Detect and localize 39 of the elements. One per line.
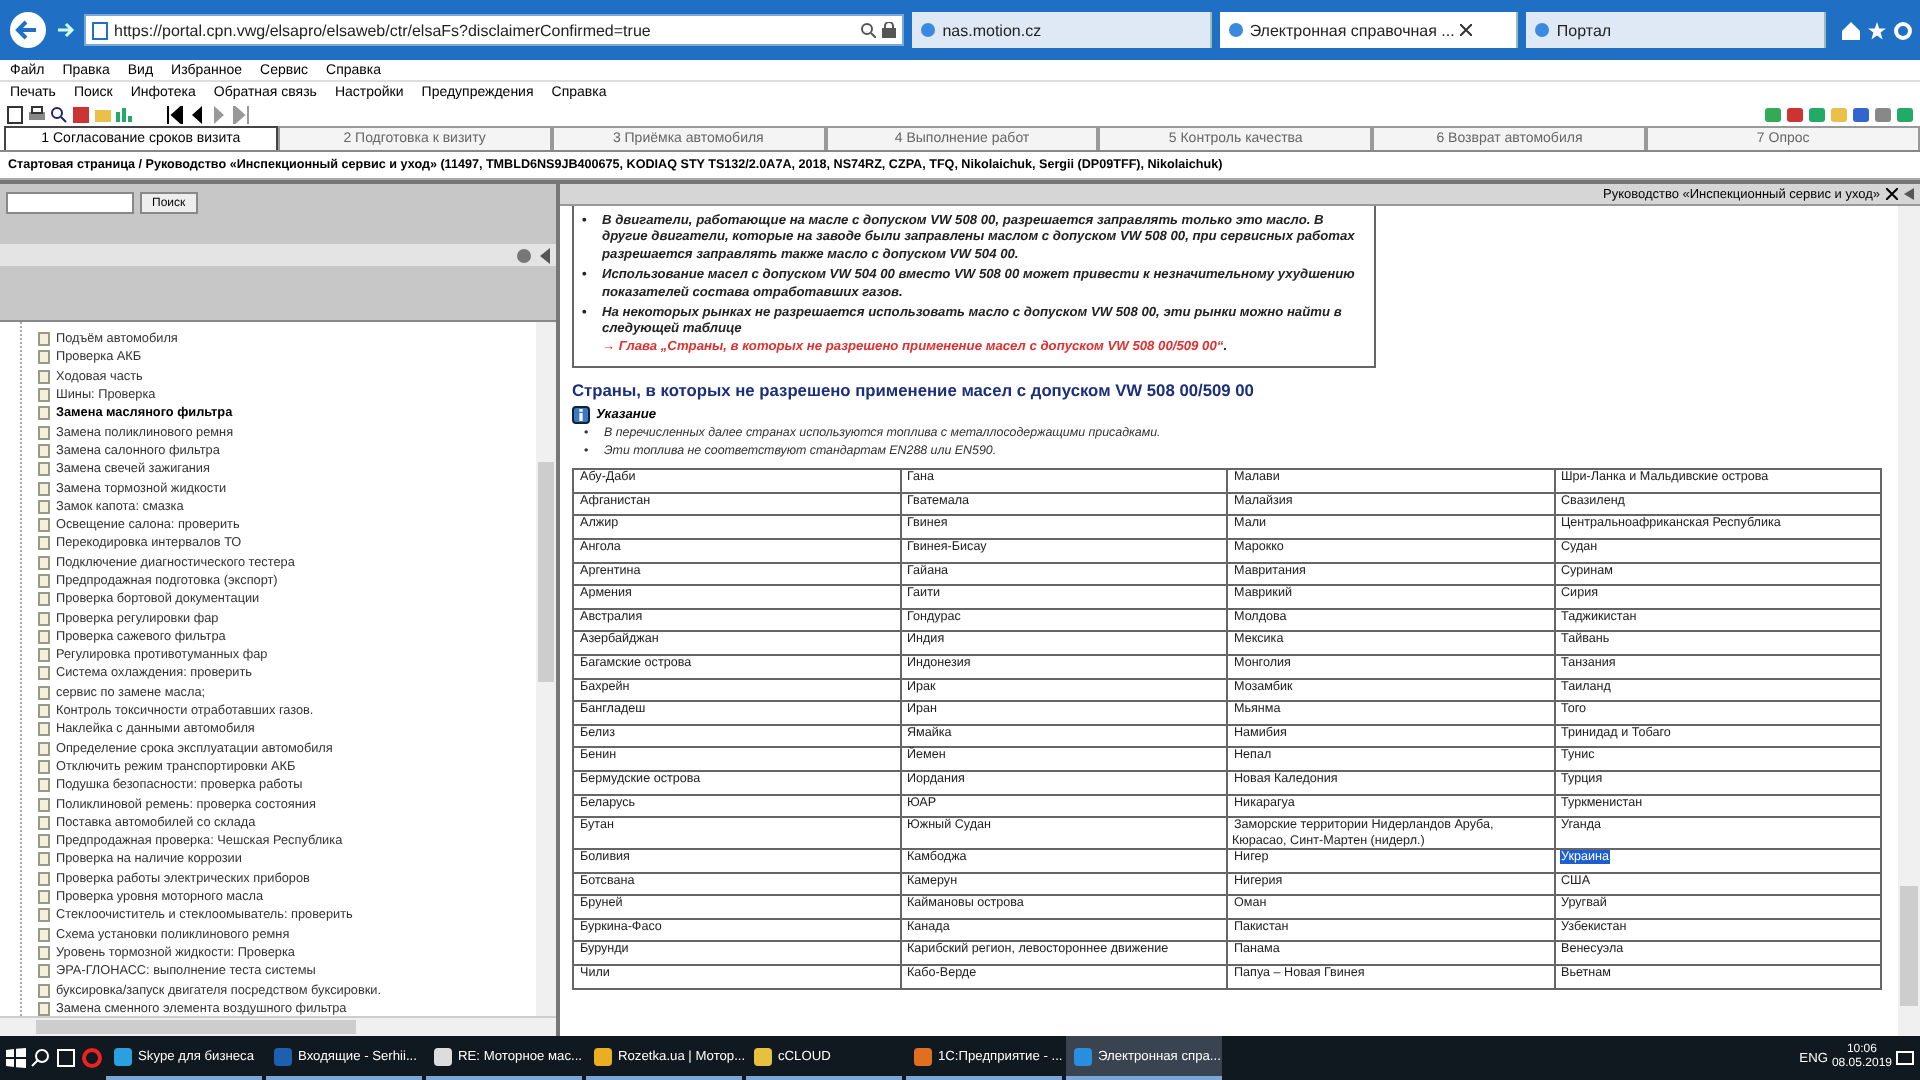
vertical-scrollbar[interactable] — [536, 322, 556, 1016]
search-icon[interactable] — [50, 105, 68, 123]
search-icon[interactable] — [30, 1048, 50, 1068]
page-icon[interactable] — [6, 105, 24, 123]
section-heading: Страны, в которых не разрешено применение масел с допуском VW 508 00/509 00 — [572, 380, 1256, 401]
close-icon[interactable] — [1460, 24, 1473, 36]
app-icon — [914, 1047, 932, 1065]
page-icon — [92, 21, 108, 39]
vertical-scrollbar[interactable] — [1898, 206, 1920, 1036]
task-view-icon[interactable] — [54, 1048, 78, 1068]
app-icon — [594, 1047, 612, 1065]
close-icon[interactable] — [1886, 188, 1898, 200]
lock-icon — [882, 22, 897, 38]
chart-icon[interactable] — [116, 105, 134, 123]
search-field[interactable] — [6, 192, 134, 214]
star-icon[interactable] — [1868, 21, 1886, 39]
search-icon — [860, 22, 877, 38]
app-icon — [274, 1047, 292, 1065]
printer-icon[interactable] — [28, 105, 46, 123]
address-field[interactable]: https://portal.cpn.vwg/elsapro/elsaweb/ctr/elsaFs?disclaimerConfirmed=true — [84, 14, 905, 46]
url-text: https://portal.cpn.vwg/elsapro/elsaweb/ctr/elsaFs?disclaimerConfirmed=true — [114, 21, 653, 39]
browser-tab[interactable]: nas.motion.cz — [912, 12, 1212, 48]
home-icon[interactable] — [1842, 21, 1860, 39]
browser-icon[interactable] — [82, 1048, 102, 1068]
browser-tab[interactable]: Портал — [1526, 12, 1826, 48]
collapse-icon[interactable] — [538, 247, 550, 263]
windows-logo-icon[interactable] — [6, 1048, 26, 1068]
info-icon — [572, 406, 590, 425]
app-icon — [434, 1047, 452, 1065]
browser-tab[interactable]: Электронная справочная ... — [1219, 12, 1519, 48]
collapse-icon[interactable] — [1904, 188, 1914, 200]
app-icon — [114, 1047, 132, 1065]
forward-arrow-icon[interactable] — [56, 20, 76, 40]
previous-arrow-icon[interactable] — [166, 105, 184, 123]
next-arrow-icon[interactable] — [232, 105, 250, 123]
horizontal-scrollbar[interactable] — [0, 1016, 556, 1036]
app-icon — [1074, 1047, 1092, 1065]
previous-arrow-icon[interactable] — [188, 105, 206, 123]
app-icon — [754, 1047, 772, 1065]
